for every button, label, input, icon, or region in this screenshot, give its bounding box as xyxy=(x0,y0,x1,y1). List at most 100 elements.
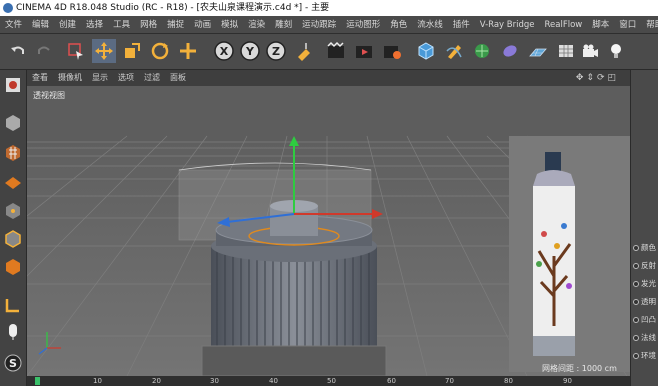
viewport-menu-display[interactable]: 显示 xyxy=(87,70,113,86)
axis-mode-icon[interactable] xyxy=(2,294,24,316)
pen-spline-icon[interactable] xyxy=(442,39,466,63)
menu-mograph[interactable]: 运动图形 xyxy=(341,16,385,33)
deformer-bend-icon[interactable] xyxy=(498,39,522,63)
floor-object-icon[interactable] xyxy=(526,39,550,63)
menu-simulate[interactable]: 模拟 xyxy=(216,16,243,33)
window-title: CINEMA 4D R18.048 Studio (RC - R18) - [农… xyxy=(16,3,330,13)
channel-bump[interactable]: 凹凸 xyxy=(633,314,656,325)
timeline-tick: 90 xyxy=(563,377,572,385)
y-axis-lock-button[interactable]: Y xyxy=(238,39,262,63)
menu-tools[interactable]: 工具 xyxy=(108,16,135,33)
scene-grid-icon[interactable] xyxy=(554,39,578,63)
radio-icon xyxy=(633,316,639,323)
viewport-menubar: 查看 摄像机 显示 选项 过滤 面板 ✥⇕⟳◰ xyxy=(27,70,630,86)
channel-reflectance-label: 反射 xyxy=(641,261,656,270)
viewport-menu-filter[interactable]: 过滤 xyxy=(139,70,165,86)
menu-plugins[interactable]: 插件 xyxy=(448,16,475,33)
timeline-tick: 60 xyxy=(387,377,396,385)
menu-animate[interactable]: 动画 xyxy=(189,16,216,33)
menu-file[interactable]: 文件 xyxy=(0,16,27,33)
viewport-navigation-icons[interactable]: ✥⇕⟳◰ xyxy=(571,70,624,86)
main-toolbar: X Y Z xyxy=(0,34,658,70)
model-mode-icon[interactable] xyxy=(2,112,24,134)
menu-mesh[interactable]: 网格 xyxy=(135,16,162,33)
timeline-tick: 20 xyxy=(152,377,161,385)
svg-text:S: S xyxy=(9,357,17,370)
menu-window[interactable]: 窗口 xyxy=(614,16,641,33)
scale-tool-icon[interactable] xyxy=(120,39,144,63)
menu-edit[interactable]: 编辑 xyxy=(27,16,54,33)
x-axis-label: X xyxy=(220,45,229,58)
cinema4d-app-icon xyxy=(3,3,13,13)
menu-motion-tracker[interactable]: 运动跟踪 xyxy=(297,16,341,33)
timeline-tick: 30 xyxy=(210,377,219,385)
channel-color[interactable]: 颜色 xyxy=(633,242,656,253)
channel-luminance[interactable]: 发光 xyxy=(633,278,656,289)
menu-realflow[interactable]: RealFlow xyxy=(540,16,588,33)
timeline-ruler[interactable]: 0 10 20 30 40 50 60 70 80 90 xyxy=(27,376,630,386)
polygons-mode-icon[interactable] xyxy=(2,256,24,278)
viewport-menu-panel[interactable]: 面板 xyxy=(165,70,191,86)
menu-character[interactable]: 角色 xyxy=(385,16,412,33)
perspective-viewport[interactable]: 透视视图 网格间距 : 1000 cm xyxy=(27,86,630,376)
redo-icon[interactable] xyxy=(32,39,56,63)
radio-icon xyxy=(633,298,639,305)
left-mode-toolbar: S xyxy=(0,70,27,386)
snapping-icon[interactable]: S xyxy=(2,352,24,374)
radio-icon xyxy=(633,280,639,287)
viewport-label: 透视视图 xyxy=(33,91,65,100)
rotate-tool-icon[interactable] xyxy=(148,39,172,63)
channel-environment-label: 环境 xyxy=(641,351,656,360)
x-axis-lock-button[interactable]: X xyxy=(212,39,236,63)
y-axis-label: Y xyxy=(245,45,255,58)
camera-object-icon[interactable] xyxy=(578,39,602,63)
viewport-menu-options[interactable]: 选项 xyxy=(113,70,139,86)
timeline-playhead[interactable] xyxy=(35,377,40,385)
z-axis-lock-button[interactable]: Z xyxy=(264,39,288,63)
menu-create[interactable]: 创建 xyxy=(54,16,81,33)
move-tool-icon[interactable] xyxy=(92,39,116,63)
menu-snap[interactable]: 捕捉 xyxy=(162,16,189,33)
channel-environment[interactable]: 环境 xyxy=(633,350,656,361)
cube-object-icon[interactable] xyxy=(414,39,438,63)
light-object-icon[interactable] xyxy=(604,39,628,63)
channel-luminance-label: 发光 xyxy=(641,279,656,288)
viewport-menu-cameras[interactable]: 摄像机 xyxy=(53,70,87,86)
workplane-mode-icon[interactable] xyxy=(2,170,24,192)
radio-icon xyxy=(633,334,639,341)
subdivision-surface-icon[interactable] xyxy=(470,39,494,63)
points-mode-icon[interactable] xyxy=(2,200,24,222)
recent-tool-icon[interactable] xyxy=(176,39,200,63)
menu-vray-bridge[interactable]: V-Ray Bridge xyxy=(475,16,540,33)
channel-bump-label: 凹凸 xyxy=(641,315,656,324)
undo-icon[interactable] xyxy=(6,39,30,63)
timeline-tick: 70 xyxy=(445,377,454,385)
channel-normal-label: 法线 xyxy=(641,333,656,342)
menu-sculpt[interactable]: 雕刻 xyxy=(270,16,297,33)
menu-select[interactable]: 选择 xyxy=(81,16,108,33)
make-editable-icon[interactable] xyxy=(2,74,24,96)
radio-icon xyxy=(633,352,639,359)
edges-mode-icon[interactable] xyxy=(2,228,24,250)
tweak-mode-icon[interactable] xyxy=(2,320,24,342)
menu-help[interactable]: 帮助 xyxy=(641,16,658,33)
channel-normal[interactable]: 法线 xyxy=(633,332,656,343)
z-axis-label: Z xyxy=(272,45,280,58)
radio-icon xyxy=(633,262,639,269)
menu-render[interactable]: 渲染 xyxy=(243,16,270,33)
live-selection-icon[interactable] xyxy=(64,39,88,63)
render-to-picture-viewer-icon[interactable] xyxy=(352,39,376,63)
channel-reflectance[interactable]: 反射 xyxy=(633,260,656,271)
render-view-icon[interactable] xyxy=(324,39,348,63)
scene-render xyxy=(27,86,630,376)
radio-icon xyxy=(633,244,639,251)
viewport-menu-view[interactable]: 查看 xyxy=(27,70,53,86)
menu-pipeline[interactable]: 流水线 xyxy=(412,16,448,33)
render-settings-icon[interactable] xyxy=(380,39,404,63)
coordinate-system-icon[interactable] xyxy=(292,39,316,63)
main-menubar: 文件 编辑 创建 选择 工具 网格 捕捉 动画 模拟 渲染 雕刻 运动跟踪 运动图形 角色 流水线 插件 V-R… xyxy=(0,16,658,34)
timeline-tick: 50 xyxy=(327,377,336,385)
channel-transparency[interactable]: 透明 xyxy=(633,296,656,307)
menu-script[interactable]: 脚本 xyxy=(587,16,614,33)
texture-mode-icon[interactable] xyxy=(2,142,24,164)
